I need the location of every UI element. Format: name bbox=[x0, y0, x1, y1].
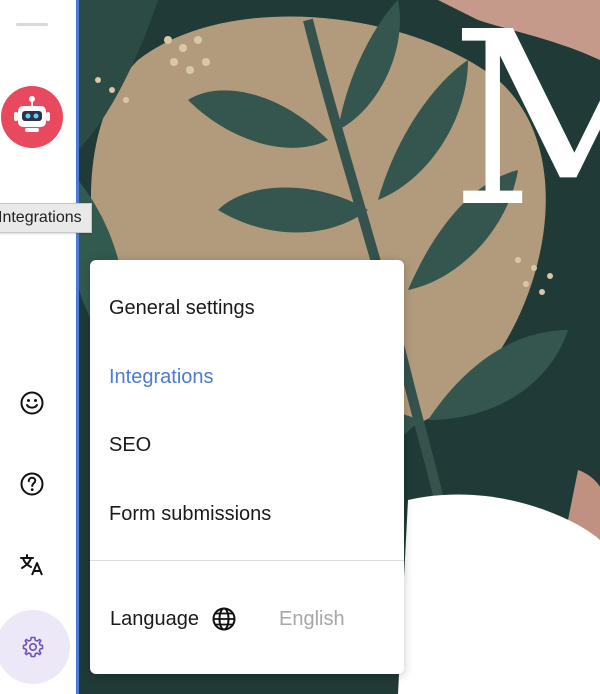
language-label: Language bbox=[110, 607, 199, 630]
drag-handle[interactable] bbox=[16, 23, 48, 26]
translate-icon bbox=[20, 554, 43, 576]
language-selector[interactable]: Language English bbox=[110, 604, 390, 634]
sidebar bbox=[0, 0, 76, 694]
sidebar-border bbox=[76, 0, 79, 694]
help-button[interactable] bbox=[16, 468, 48, 500]
smiley-icon bbox=[20, 391, 44, 415]
bot-avatar[interactable] bbox=[1, 86, 63, 148]
menu-item-general-settings[interactable]: General settings bbox=[109, 295, 255, 321]
hero-letter: M bbox=[450, 0, 600, 260]
globe-icon bbox=[212, 607, 236, 631]
settings-button[interactable] bbox=[0, 610, 70, 684]
menu-item-integrations[interactable]: Integrations bbox=[109, 364, 214, 390]
translate-button[interactable] bbox=[16, 549, 48, 581]
menu-divider bbox=[90, 560, 404, 561]
menu-item-seo[interactable]: SEO bbox=[109, 432, 151, 458]
language-value: English bbox=[278, 607, 345, 630]
gear-icon bbox=[22, 636, 44, 658]
menu-item-form-submissions[interactable]: Form submissions bbox=[109, 501, 271, 527]
robot-icon bbox=[14, 96, 50, 132]
settings-menu: General settings Integrations SEO Form s… bbox=[90, 260, 404, 674]
help-icon bbox=[20, 472, 44, 496]
feedback-button[interactable] bbox=[16, 387, 48, 419]
integrations-tooltip: Integrations bbox=[0, 203, 92, 233]
